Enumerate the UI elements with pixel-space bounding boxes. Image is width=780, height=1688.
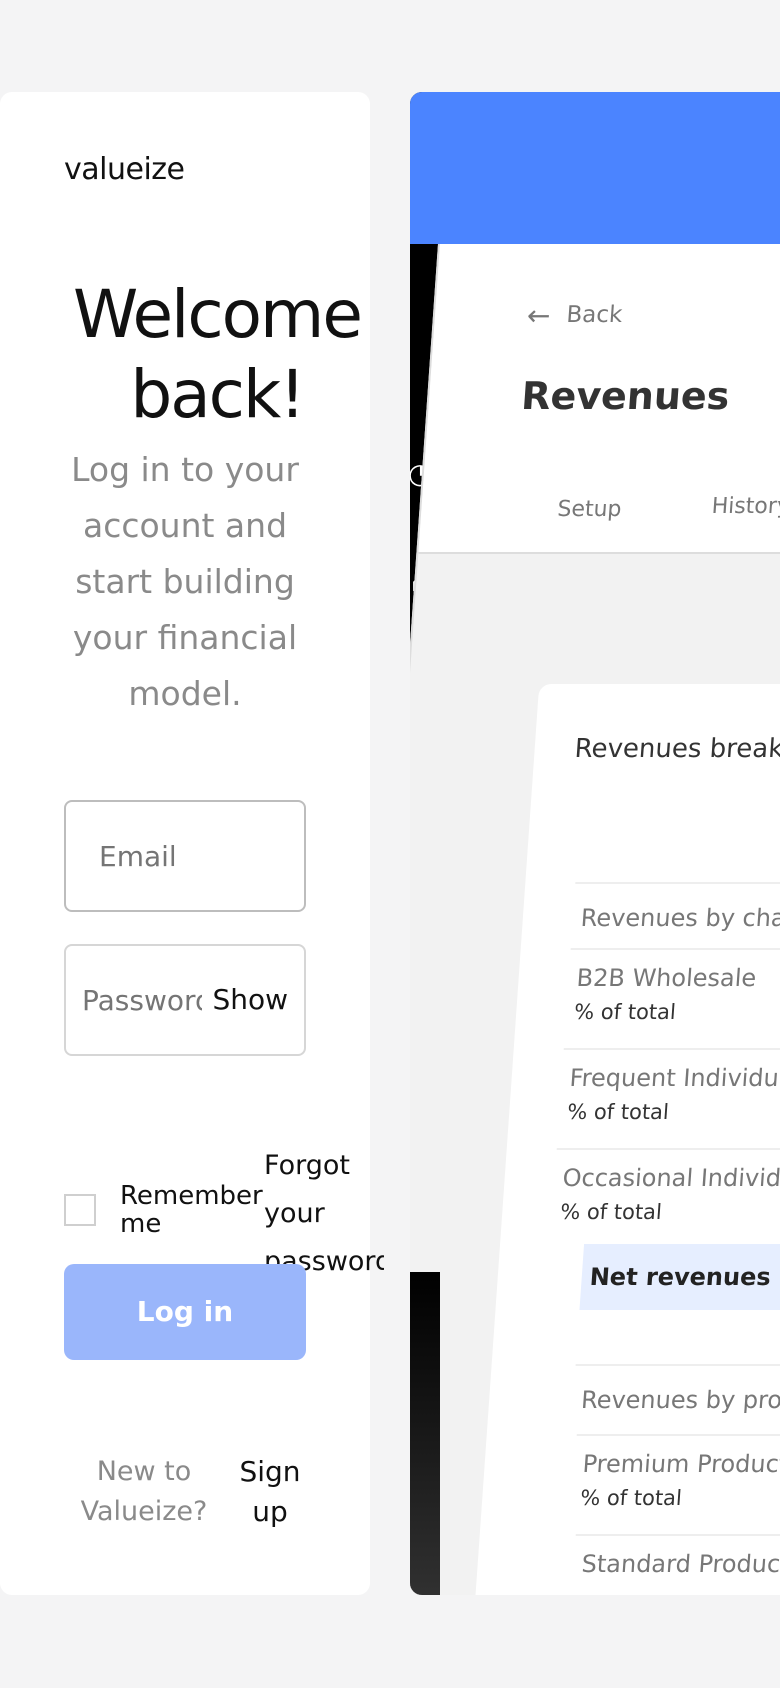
arrow-left-icon: ← bbox=[525, 299, 552, 332]
back-link[interactable]: ← Back bbox=[526, 299, 624, 332]
new-to-label: New to Valueize? bbox=[80, 1456, 208, 1527]
remember-checkbox[interactable] bbox=[64, 1194, 96, 1226]
app-preview: ◔ ⌂ ✋ ⚙ ←Back Revenues Setup History Rev… bbox=[410, 92, 780, 1595]
section-header: Revenues by channel bbox=[570, 882, 780, 948]
section-header: Revenues by product bbox=[571, 1364, 780, 1430]
row-sub: % of total bbox=[566, 1100, 670, 1124]
table-row: Premium Products % of total bbox=[569, 1434, 780, 1534]
valueize-logo: valueize bbox=[64, 152, 185, 187]
card-title: Revenues breakdown bbox=[573, 734, 780, 764]
table-row: Occasional Individuals % of total bbox=[549, 1148, 780, 1248]
sidebar-fade bbox=[410, 1272, 440, 1595]
preview-page-header: ← Back Revenues Setup History bbox=[418, 244, 780, 554]
row-name: B2B Wholesale bbox=[575, 964, 758, 992]
row-sub: % of total bbox=[559, 1200, 663, 1224]
login-button[interactable]: Log in bbox=[64, 1264, 306, 1360]
welcome-title: Welcome back! bbox=[73, 276, 363, 433]
row-name: Premium Products bbox=[581, 1450, 780, 1478]
tab-setup[interactable]: Setup bbox=[557, 497, 623, 522]
login-card: valueize Welcome back! Log in to your ac… bbox=[0, 92, 384, 1595]
net-revenues-row: Net revenues bbox=[579, 1244, 780, 1310]
row-name: Standard Products bbox=[580, 1550, 780, 1578]
table-row: B2B Wholesale % of total bbox=[563, 948, 780, 1048]
signup-row: New to Valueize? Sign up bbox=[64, 1452, 306, 1542]
section-header-label: Revenues by channel bbox=[579, 904, 780, 932]
row-sub: % of total bbox=[573, 1000, 677, 1024]
back-label: Back bbox=[565, 302, 624, 328]
row-sub: % of total bbox=[579, 1486, 683, 1510]
email-input[interactable] bbox=[99, 802, 299, 910]
show-password-toggle[interactable]: Show bbox=[212, 946, 288, 1054]
password-input[interactable] bbox=[82, 946, 202, 1054]
table-row: Frequent Individuals % of total bbox=[556, 1048, 780, 1148]
preview-header-bar bbox=[410, 92, 780, 244]
table-row: Standard Products bbox=[569, 1534, 780, 1595]
tab-history[interactable]: History bbox=[711, 494, 780, 519]
remember-label[interactable]: Remember me bbox=[120, 1182, 270, 1238]
preview-body: ← Back Revenues Setup History Revenues br… bbox=[410, 244, 780, 1595]
email-field[interactable] bbox=[64, 800, 306, 912]
remember-row: Remember me Forgot your password bbox=[64, 1142, 384, 1282]
row-name: Frequent Individuals bbox=[568, 1064, 780, 1092]
section-header-label: Revenues by product bbox=[580, 1386, 780, 1414]
page-title: Revenues bbox=[519, 374, 731, 418]
signup-link[interactable]: Sign up bbox=[234, 1452, 306, 1532]
revenues-breakdown-card: Revenues breakdown Revenues by channel B… bbox=[469, 684, 780, 1595]
welcome-subtitle: Log in to your account and start buildin… bbox=[71, 450, 299, 713]
password-field[interactable]: Show bbox=[64, 944, 306, 1056]
row-name: Occasional Individuals bbox=[561, 1164, 780, 1192]
